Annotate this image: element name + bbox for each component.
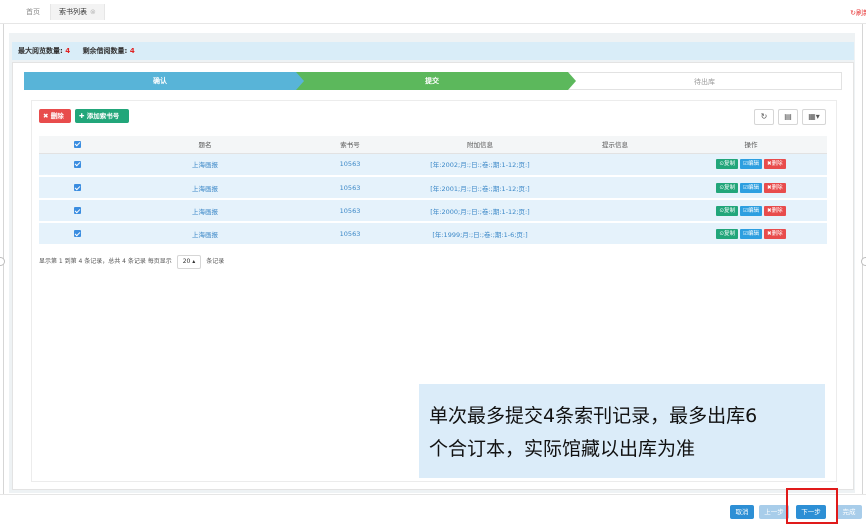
row-call-number: 10563 (295, 153, 405, 177)
limit-notice: 单次最多提交4条索刊记录，最多出库6 个合订本，实际馆藏以出库为准 (419, 384, 825, 478)
row-actions: ⊙复制 ☑编辑 ✖删除 (675, 153, 827, 177)
row-title[interactable]: 上海画报 (115, 153, 295, 177)
remaining-value: 4 (129, 47, 135, 55)
limit-notice-line-1: 单次最多提交4条索刊记录，最多出库6 (429, 405, 758, 427)
header-title[interactable]: 题名 (115, 136, 295, 154)
row-extra-info: [年:2002;月:;日:;卷:;期:1-12;页:] (405, 153, 555, 177)
row-delete-button[interactable]: ✖删除 (763, 182, 786, 193)
row-delete-button[interactable]: ✖删除 (763, 228, 786, 239)
refresh-link[interactable]: ↻刷新 (850, 8, 866, 18)
next-step-highlight (786, 488, 838, 524)
row-checkbox[interactable] (73, 230, 81, 237)
row-title[interactable]: 上海画报 (115, 222, 295, 246)
row-hint (555, 199, 675, 223)
step-submit[interactable]: 提交 (296, 72, 568, 90)
table-row[interactable]: 上海画报 10563 [年:2000;月:;日:;卷:;期:1-12;页:] ⊙… (39, 199, 827, 223)
step-confirm[interactable]: 确认 (24, 72, 296, 90)
refresh-table-button[interactable]: ↻ (754, 109, 774, 125)
header-call-number[interactable]: 索书号 (295, 136, 405, 154)
tab-home[interactable]: 首页 (18, 4, 48, 20)
step-pending-out[interactable]: 待出库 (568, 72, 842, 90)
header-hint-info[interactable]: 提示信息 (555, 136, 675, 154)
row-actions: ⊙复制 ☑编辑 ✖删除 (675, 199, 827, 223)
copy-button[interactable]: ⊙复制 (716, 228, 739, 239)
table-row[interactable]: 上海画报 10563 [年:1999;月:;日:;卷:;期:1-6;页:] ⊙复… (39, 222, 827, 246)
grid-menu-button[interactable]: ▦▾ (802, 109, 826, 125)
columns-icon: ▤ (784, 112, 792, 121)
max-view-label: 最大阅览数量: (18, 47, 63, 55)
row-delete-button[interactable]: ✖删除 (763, 159, 786, 170)
row-extra-info: [年:2000;月:;日:;卷:;期:1-12;页:] (405, 199, 555, 223)
row-actions: ⊙复制 ☑编辑 ✖删除 (675, 176, 827, 200)
step-arrow-1 (296, 72, 304, 90)
pager-suffix: 条记录 (206, 258, 225, 265)
edit-button[interactable]: ☑编辑 (740, 182, 762, 193)
step-arrow-2 (568, 72, 576, 90)
wizard-steps: 确认 提交 待出库 (24, 72, 842, 90)
select-all-checkbox[interactable] (73, 140, 81, 148)
pager-summary: 显示第 1 到第 4 条记录，总共 4 条记录 每页显示 (39, 258, 172, 265)
max-view-value: 4 (65, 47, 71, 55)
row-delete-button[interactable]: ✖删除 (763, 205, 786, 216)
table-row[interactable]: 上海画报 10563 [年:2001;月:;日:;卷:;期:1-12;页:] ⊙… (39, 176, 827, 200)
row-hint (555, 222, 675, 246)
table-header-row: 题名 索书号 附加信息 提示信息 操作 (39, 136, 827, 154)
row-title[interactable]: 上海画报 (115, 199, 295, 223)
edit-button[interactable]: ☑编辑 (740, 228, 762, 239)
row-actions: ⊙复制 ☑编辑 ✖删除 (675, 222, 827, 246)
row-call-number: 10563 (295, 222, 405, 246)
header-actions: 操作 (675, 136, 827, 154)
tab-request-list-label: 索书列表 (59, 8, 87, 16)
copy-button[interactable]: ⊙复制 (716, 182, 739, 193)
header-extra-info[interactable]: 附加信息 (405, 136, 555, 154)
row-checkbox[interactable] (73, 184, 81, 191)
row-checkbox[interactable] (73, 160, 81, 168)
row-hint (555, 176, 675, 200)
row-hint (555, 153, 675, 177)
previous-step-button[interactable]: 上一步 (759, 505, 789, 519)
columns-toggle-button[interactable]: ▤ (778, 109, 798, 125)
request-table: 题名 索书号 附加信息 提示信息 操作 上海画报 10563 [年:2002;月… (39, 136, 827, 246)
row-call-number: 10563 (295, 176, 405, 200)
row-call-number: 10563 (295, 199, 405, 223)
limit-notice-line-2: 个合订本，实际馆藏以出库为准 (429, 438, 696, 460)
edit-button[interactable]: ☑编辑 (740, 205, 762, 216)
tab-close-icon[interactable]: ⊗ (90, 8, 96, 16)
finish-button[interactable]: 完成 (836, 505, 862, 519)
cancel-button[interactable]: 取消 (730, 505, 754, 519)
grid-icon: ▦▾ (808, 112, 820, 121)
copy-button[interactable]: ⊙复制 (716, 205, 739, 216)
row-checkbox-cell[interactable] (39, 153, 115, 177)
pagination-info: 显示第 1 到第 4 条记录，总共 4 条记录 每页显示 20 ▴ 条记录 (39, 255, 224, 269)
table-row[interactable]: 上海画报 10563 [年:2002;月:;日:;卷:;期:1-12;页:] ⊙… (39, 153, 827, 177)
tab-bar: 首页 索书列表⊗ ↻刷新 (0, 0, 866, 24)
header-select-all[interactable] (39, 136, 115, 154)
row-title[interactable]: 上海画报 (115, 176, 295, 200)
row-extra-info: [年:1999;月:;日:;卷:;期:1-6;页:] (405, 222, 555, 246)
row-checkbox-cell[interactable] (39, 199, 115, 223)
edit-button[interactable]: ☑编辑 (740, 159, 762, 170)
resize-handle-right[interactable] (861, 257, 866, 266)
page-size-select[interactable]: 20 ▴ (176, 255, 202, 269)
add-call-number-button[interactable]: ✚ 添加索书号 (75, 109, 129, 123)
row-checkbox[interactable] (73, 207, 81, 214)
row-checkbox-cell[interactable] (39, 222, 115, 246)
copy-button[interactable]: ⊙复制 (716, 159, 739, 170)
delete-button[interactable]: ✖ 删除 (39, 109, 71, 123)
quota-info-bar: 最大阅览数量: 4 剩余借阅数量: 4 (12, 42, 854, 60)
remaining-label: 剩余借阅数量: (82, 47, 128, 55)
row-checkbox-cell[interactable] (39, 176, 115, 200)
tab-request-list[interactable]: 索书列表 ⊗ (50, 4, 105, 20)
refresh-icon: ↻ (760, 112, 768, 121)
row-extra-info: [年:2001;月:;日:;卷:;期:1-12;页:] (405, 176, 555, 200)
